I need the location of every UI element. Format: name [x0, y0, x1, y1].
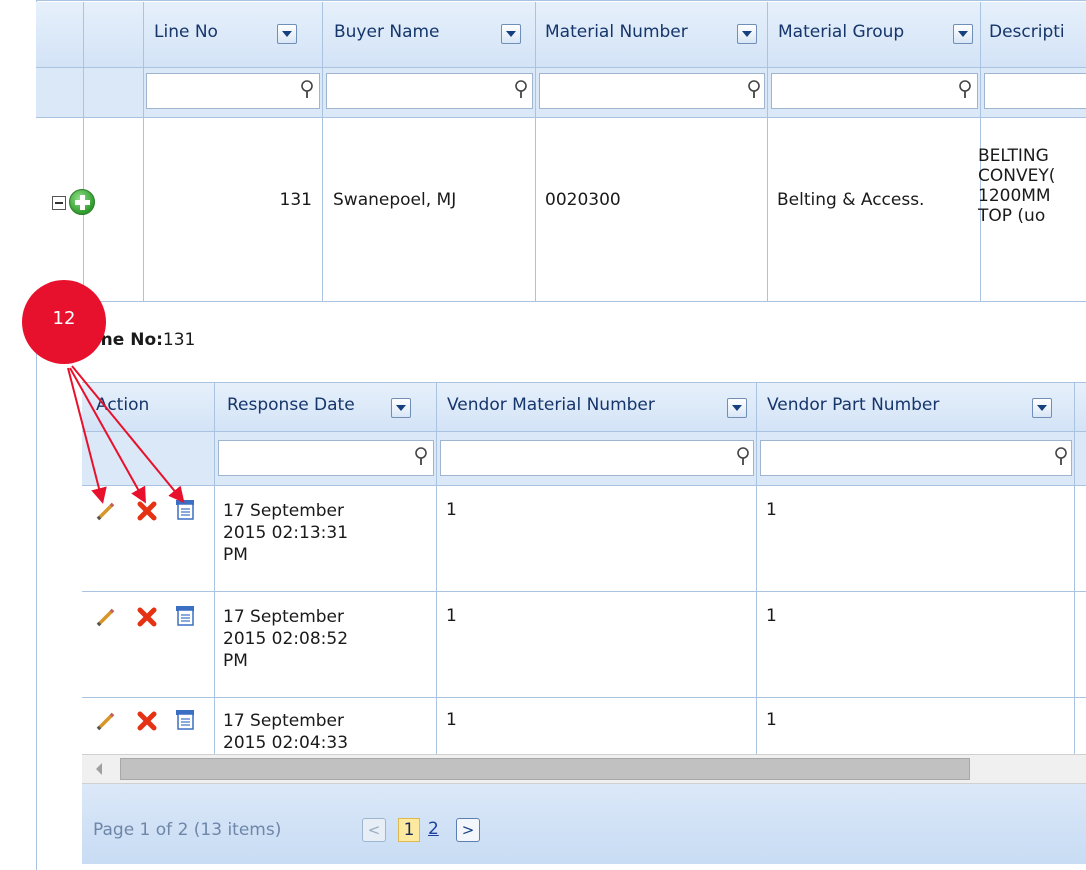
annotation-arrows [67, 365, 185, 504]
annotation-number: 12 [52, 307, 76, 329]
annotation-badge: 12 [22, 280, 106, 364]
